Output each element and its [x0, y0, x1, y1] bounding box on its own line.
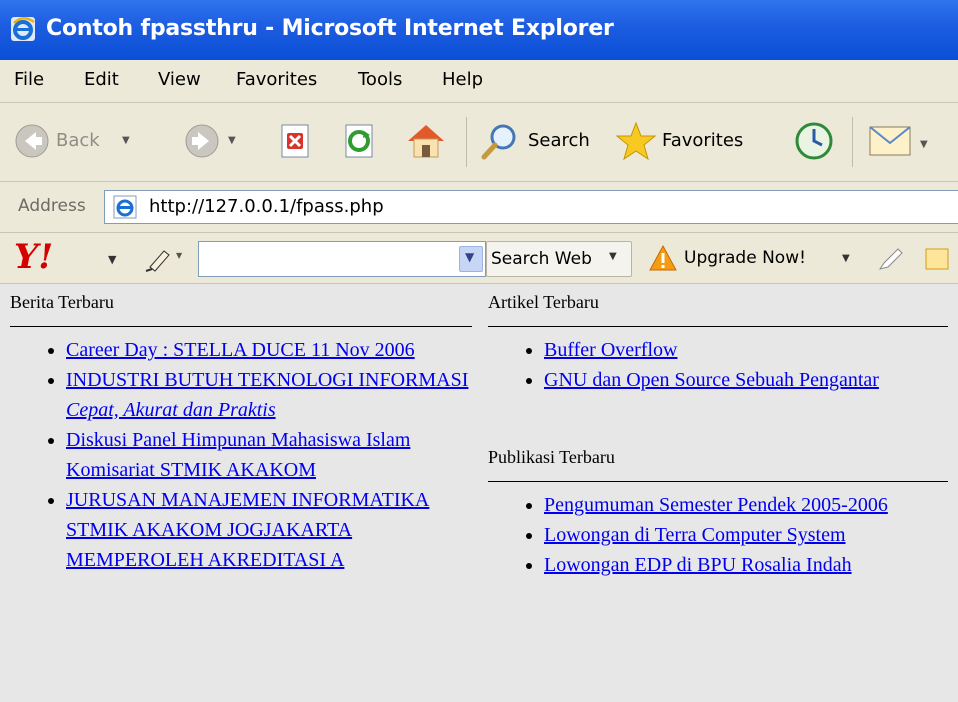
- yahoo-search-input[interactable]: [203, 243, 457, 275]
- list-item: Buffer Overflow: [544, 335, 948, 365]
- standard-toolbar: Back ▼ ▼ Search Favorites ▼: [0, 103, 958, 182]
- menu-bar: File Edit View Favorites Tools Help: [0, 60, 958, 103]
- menu-file[interactable]: File: [14, 69, 44, 90]
- yahoo-toolbar: Y! ▼ ▼ ▼ Search Web ▼ Upgrade Now! ▼: [0, 233, 958, 284]
- refresh-icon[interactable]: [342, 123, 378, 159]
- forward-button[interactable]: ▼: [180, 113, 260, 169]
- list-item: JURUSAN MANAJEMEN INFORMATIKA STMIK AKAK…: [66, 485, 472, 575]
- artikel-list: Buffer Overflow GNU dan Open Source Sebu…: [488, 335, 948, 395]
- search-label: Search: [528, 130, 590, 151]
- publikasi-divider: [488, 481, 948, 482]
- upgrade-dropdown-icon[interactable]: ▼: [842, 253, 850, 264]
- pencil-icon[interactable]: [876, 245, 904, 273]
- address-bar: Address http://127.0.0.1/fpass.php: [0, 182, 958, 233]
- list-item: Pengumuman Semester Pendek 2005-2006: [544, 490, 948, 520]
- window-title: Contoh fpassthru - Microsoft Internet Ex…: [46, 16, 614, 41]
- list-item: INDUSTRI BUTUH TEKNOLOGI INFORMASI Cepat…: [66, 365, 472, 425]
- berita-link[interactable]: JURUSAN MANAJEMEN INFORMATIKA STMIK AKAK…: [66, 489, 429, 571]
- search-button[interactable]: Search: [476, 113, 604, 169]
- berita-title: Berita Terbaru: [10, 292, 114, 312]
- toolbar-separator-2: [852, 117, 853, 167]
- menu-favorites[interactable]: Favorites: [236, 69, 317, 90]
- berita-link-subtitle[interactable]: Cepat, Akurat dan Praktis: [66, 395, 472, 425]
- search-web-label: Search Web: [491, 249, 592, 269]
- back-icon: [15, 124, 49, 158]
- back-dropdown-icon[interactable]: ▼: [122, 135, 130, 146]
- messenger-icon[interactable]: [922, 245, 952, 273]
- address-input[interactable]: http://127.0.0.1/fpass.php: [104, 190, 958, 224]
- menu-view[interactable]: View: [158, 69, 201, 90]
- list-item: Lowongan EDP di BPU Rosalia Indah: [544, 550, 948, 580]
- forward-dropdown-icon[interactable]: ▼: [228, 135, 236, 146]
- publikasi-title: Publikasi Terbaru: [488, 447, 615, 467]
- search-icon: [481, 124, 516, 160]
- page-content: Berita Terbaru Career Day : STELLA DUCE …: [0, 284, 958, 702]
- history-icon[interactable]: [794, 121, 834, 161]
- toolbar-separator: [466, 117, 467, 167]
- berita-link[interactable]: Career Day : STELLA DUCE 11 Nov 2006: [66, 339, 415, 361]
- menu-edit[interactable]: Edit: [84, 69, 119, 90]
- yahoo-dropdown-icon[interactable]: ▼: [108, 253, 116, 266]
- favorites-star-icon: [616, 121, 656, 161]
- mail-icon[interactable]: [868, 123, 912, 159]
- address-label: Address: [18, 196, 86, 216]
- search-history-dropdown-button[interactable]: ▼: [459, 246, 483, 272]
- yahoo-search-box[interactable]: ▼: [198, 241, 486, 277]
- berita-list: Career Day : STELLA DUCE 11 Nov 2006 IND…: [10, 335, 472, 575]
- address-url: http://127.0.0.1/fpass.php: [149, 196, 384, 217]
- publikasi-list: Pengumuman Semester Pendek 2005-2006 Low…: [488, 490, 948, 580]
- mail-dropdown-icon[interactable]: ▼: [920, 139, 928, 150]
- favorites-button[interactable]: Favorites: [610, 113, 776, 169]
- back-button[interactable]: Back ▼: [10, 113, 155, 169]
- warning-icon: [649, 244, 677, 271]
- highlighter-icon[interactable]: [144, 245, 174, 273]
- ie-page-icon: [113, 195, 137, 219]
- artikel-link[interactable]: GNU dan Open Source Sebuah Pengantar: [544, 369, 879, 391]
- menu-help[interactable]: Help: [442, 69, 483, 90]
- list-item: Career Day : STELLA DUCE 11 Nov 2006: [66, 335, 472, 365]
- home-icon[interactable]: [404, 119, 448, 161]
- stop-icon[interactable]: [278, 123, 314, 159]
- chevron-down-icon: ▼: [465, 250, 475, 264]
- favorites-label: Favorites: [662, 130, 744, 151]
- berita-link[interactable]: INDUSTRI BUTUH TEKNOLOGI INFORMASI: [66, 369, 468, 391]
- berita-link[interactable]: Diskusi Panel Himpunan Mahasiswa Islam K…: [66, 429, 410, 481]
- list-item: GNU dan Open Source Sebuah Pengantar: [544, 365, 948, 395]
- search-web-button[interactable]: Search Web ▼: [486, 241, 632, 277]
- berita-divider: [10, 326, 472, 327]
- forward-icon: [185, 124, 219, 158]
- artikel-divider: [488, 326, 948, 327]
- list-item: Lowongan di Terra Computer System: [544, 520, 948, 550]
- search-web-dropdown-icon[interactable]: ▼: [609, 251, 617, 262]
- publikasi-link[interactable]: Lowongan EDP di BPU Rosalia Indah: [544, 554, 852, 576]
- berita-column: Berita Terbaru Career Day : STELLA DUCE …: [10, 284, 472, 575]
- ie-icon: [11, 17, 35, 41]
- yahoo-logo[interactable]: Y!: [14, 237, 53, 277]
- publikasi-link[interactable]: Pengumuman Semester Pendek 2005-2006: [544, 494, 888, 516]
- title-bar[interactable]: Contoh fpassthru - Microsoft Internet Ex…: [0, 0, 958, 60]
- menu-tools[interactable]: Tools: [358, 69, 402, 90]
- list-item: Diskusi Panel Himpunan Mahasiswa Islam K…: [66, 425, 472, 485]
- upgrade-now-button[interactable]: Upgrade Now!: [684, 248, 806, 268]
- publikasi-link[interactable]: Lowongan di Terra Computer System: [544, 524, 846, 546]
- artikel-title: Artikel Terbaru: [488, 292, 599, 312]
- artikel-link[interactable]: Buffer Overflow: [544, 339, 677, 361]
- highlighter-dropdown-icon[interactable]: ▼: [176, 251, 182, 260]
- right-column: Artikel Terbaru Buffer Overflow GNU dan …: [488, 284, 948, 580]
- back-label: Back: [56, 130, 100, 151]
